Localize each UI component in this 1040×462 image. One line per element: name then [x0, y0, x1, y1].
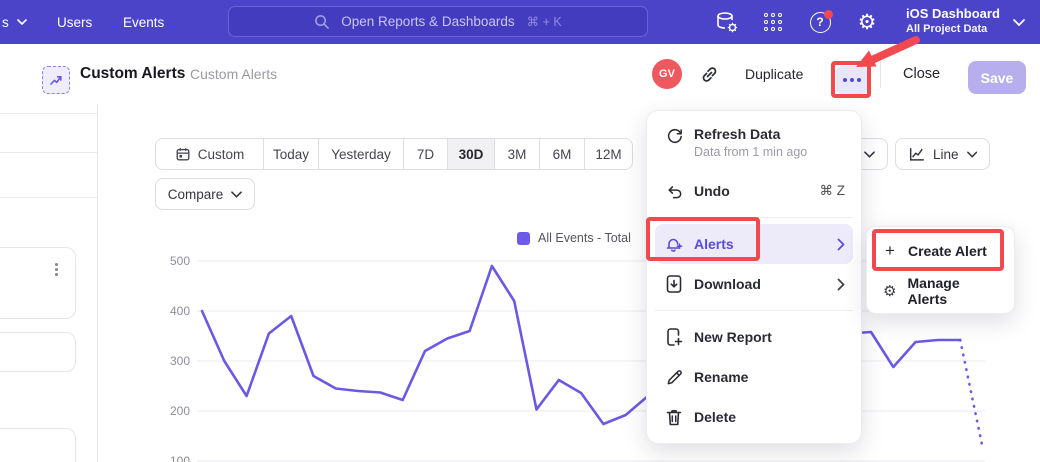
apps-grid-icon — [764, 13, 783, 32]
help-icon: ? — [810, 12, 831, 33]
avatar[interactable]: GV — [652, 59, 682, 89]
chevron-down-icon — [967, 151, 977, 158]
svg-text:400: 400 — [170, 304, 190, 318]
metric-card[interactable] — [0, 332, 76, 372]
legend-label: All Events - Total — [538, 231, 631, 245]
svg-text:200: 200 — [170, 404, 190, 418]
breadcrumb: Custom Alerts — [190, 66, 277, 82]
database-gear-icon — [714, 10, 740, 35]
insights-chart-icon — [48, 72, 64, 88]
top-nav: s Users Events Open Reports & Dashboards… — [0, 0, 1040, 44]
nav-item-boards-cut[interactable]: s — [2, 0, 27, 44]
chevron-right-icon — [837, 238, 845, 251]
submenu-item-manage-alerts[interactable]: ⚙ Manage Alerts — [867, 271, 1014, 311]
gear-icon: ⚙ — [858, 12, 877, 33]
range-today[interactable]: Today — [263, 139, 318, 169]
left-sidebar — [0, 104, 98, 462]
menu-item-rename[interactable]: Rename — [655, 357, 853, 397]
report-header: Custom Alerts Custom Alerts GV Duplicate… — [0, 44, 1040, 104]
project-selector[interactable]: iOS Dashboard All Project Data — [906, 6, 1000, 36]
range-12m[interactable]: 12M — [584, 139, 632, 169]
range-7d[interactable]: 7D — [403, 139, 447, 169]
svg-text:100: 100 — [170, 454, 190, 462]
trash-icon — [663, 408, 685, 427]
chevron-right-icon — [837, 278, 845, 291]
download-icon — [663, 274, 685, 294]
line-chart-icon — [908, 146, 925, 163]
undo-shortcut: ⌘ Z — [820, 183, 846, 199]
link-icon — [699, 64, 720, 85]
plus-icon: + — [881, 241, 899, 261]
duplicate-button[interactable]: Duplicate — [745, 66, 803, 82]
chevron-down-icon — [17, 19, 27, 25]
svg-text:300: 300 — [170, 354, 190, 368]
range-custom[interactable]: Custom — [156, 139, 263, 169]
date-range-segmented-control: Custom Today Yesterday 7D 30D 3M 6M 12M — [155, 138, 633, 170]
search-input[interactable]: Open Reports & Dashboards ⌘ + K — [228, 6, 648, 37]
menu-item-new-report[interactable]: New Report — [655, 317, 853, 357]
nav-cut-label: s — [2, 15, 9, 30]
refresh-icon — [663, 126, 685, 145]
menu-item-refresh-data[interactable]: Refresh Data Data from 1 min ago — [655, 119, 853, 171]
undo-icon — [663, 182, 685, 201]
compare-dropdown[interactable]: Compare — [155, 178, 255, 210]
new-report-icon — [663, 327, 685, 347]
chart-type-dropdown[interactable]: Line — [895, 138, 990, 170]
page-title: Custom Alerts — [80, 65, 185, 83]
header-divider — [880, 60, 881, 88]
data-management-button[interactable] — [712, 0, 742, 44]
alert-bell-icon — [663, 234, 685, 254]
range-3m[interactable]: 3M — [494, 139, 539, 169]
chevron-down-icon — [231, 191, 242, 198]
pencil-icon — [663, 368, 685, 387]
search-shortcut: ⌘ + K — [527, 14, 562, 29]
notification-dot — [824, 10, 833, 19]
chevron-down-icon[interactable] — [1013, 19, 1025, 26]
app-window: s Users Events Open Reports & Dashboards… — [0, 0, 1040, 462]
range-yesterday[interactable]: Yesterday — [318, 139, 403, 169]
nav-item-events[interactable]: Events — [123, 0, 164, 44]
submenu-item-create-alert[interactable]: + Create Alert — [867, 231, 1014, 271]
chart-legend[interactable]: All Events - Total — [517, 231, 631, 245]
svg-text:500: 500 — [170, 254, 190, 268]
calendar-icon — [175, 146, 191, 162]
kebab-menu-icon[interactable] — [52, 260, 61, 279]
report-type-tile — [42, 66, 70, 94]
gear-icon: ⚙ — [881, 282, 899, 300]
legend-swatch — [517, 232, 530, 245]
nav-item-users[interactable]: Users — [57, 0, 92, 44]
alerts-submenu: + Create Alert ⚙ Manage Alerts — [866, 226, 1015, 314]
menu-divider — [655, 217, 853, 218]
settings-button[interactable]: ⚙ — [854, 0, 880, 44]
search-placeholder: Open Reports & Dashboards — [341, 14, 514, 29]
copy-link-button[interactable] — [699, 64, 720, 85]
menu-item-delete[interactable]: Delete — [655, 397, 853, 437]
save-button[interactable]: Save — [968, 61, 1026, 94]
menu-item-download[interactable]: Download — [655, 264, 853, 304]
refresh-status-text: Data from 1 min ago — [694, 145, 807, 159]
help-button[interactable]: ? — [807, 0, 833, 44]
apps-grid-button[interactable] — [760, 0, 786, 44]
metric-card[interactable] — [0, 247, 76, 319]
chevron-down-icon — [864, 151, 875, 158]
search-icon — [314, 14, 329, 29]
more-options-button[interactable] — [836, 66, 867, 94]
close-button[interactable]: Close — [903, 66, 940, 82]
menu-item-alerts[interactable]: Alerts — [655, 224, 853, 264]
project-title: iOS Dashboard — [906, 6, 1000, 22]
range-30d-selected[interactable]: 30D — [447, 139, 494, 169]
menu-item-undo[interactable]: Undo ⌘ Z — [655, 171, 853, 211]
project-subtitle: All Project Data — [906, 22, 1000, 36]
range-6m[interactable]: 6M — [539, 139, 584, 169]
menu-divider — [655, 310, 853, 311]
more-options-menu: Refresh Data Data from 1 min ago Undo ⌘ … — [646, 110, 862, 444]
metric-card[interactable] — [0, 428, 76, 462]
